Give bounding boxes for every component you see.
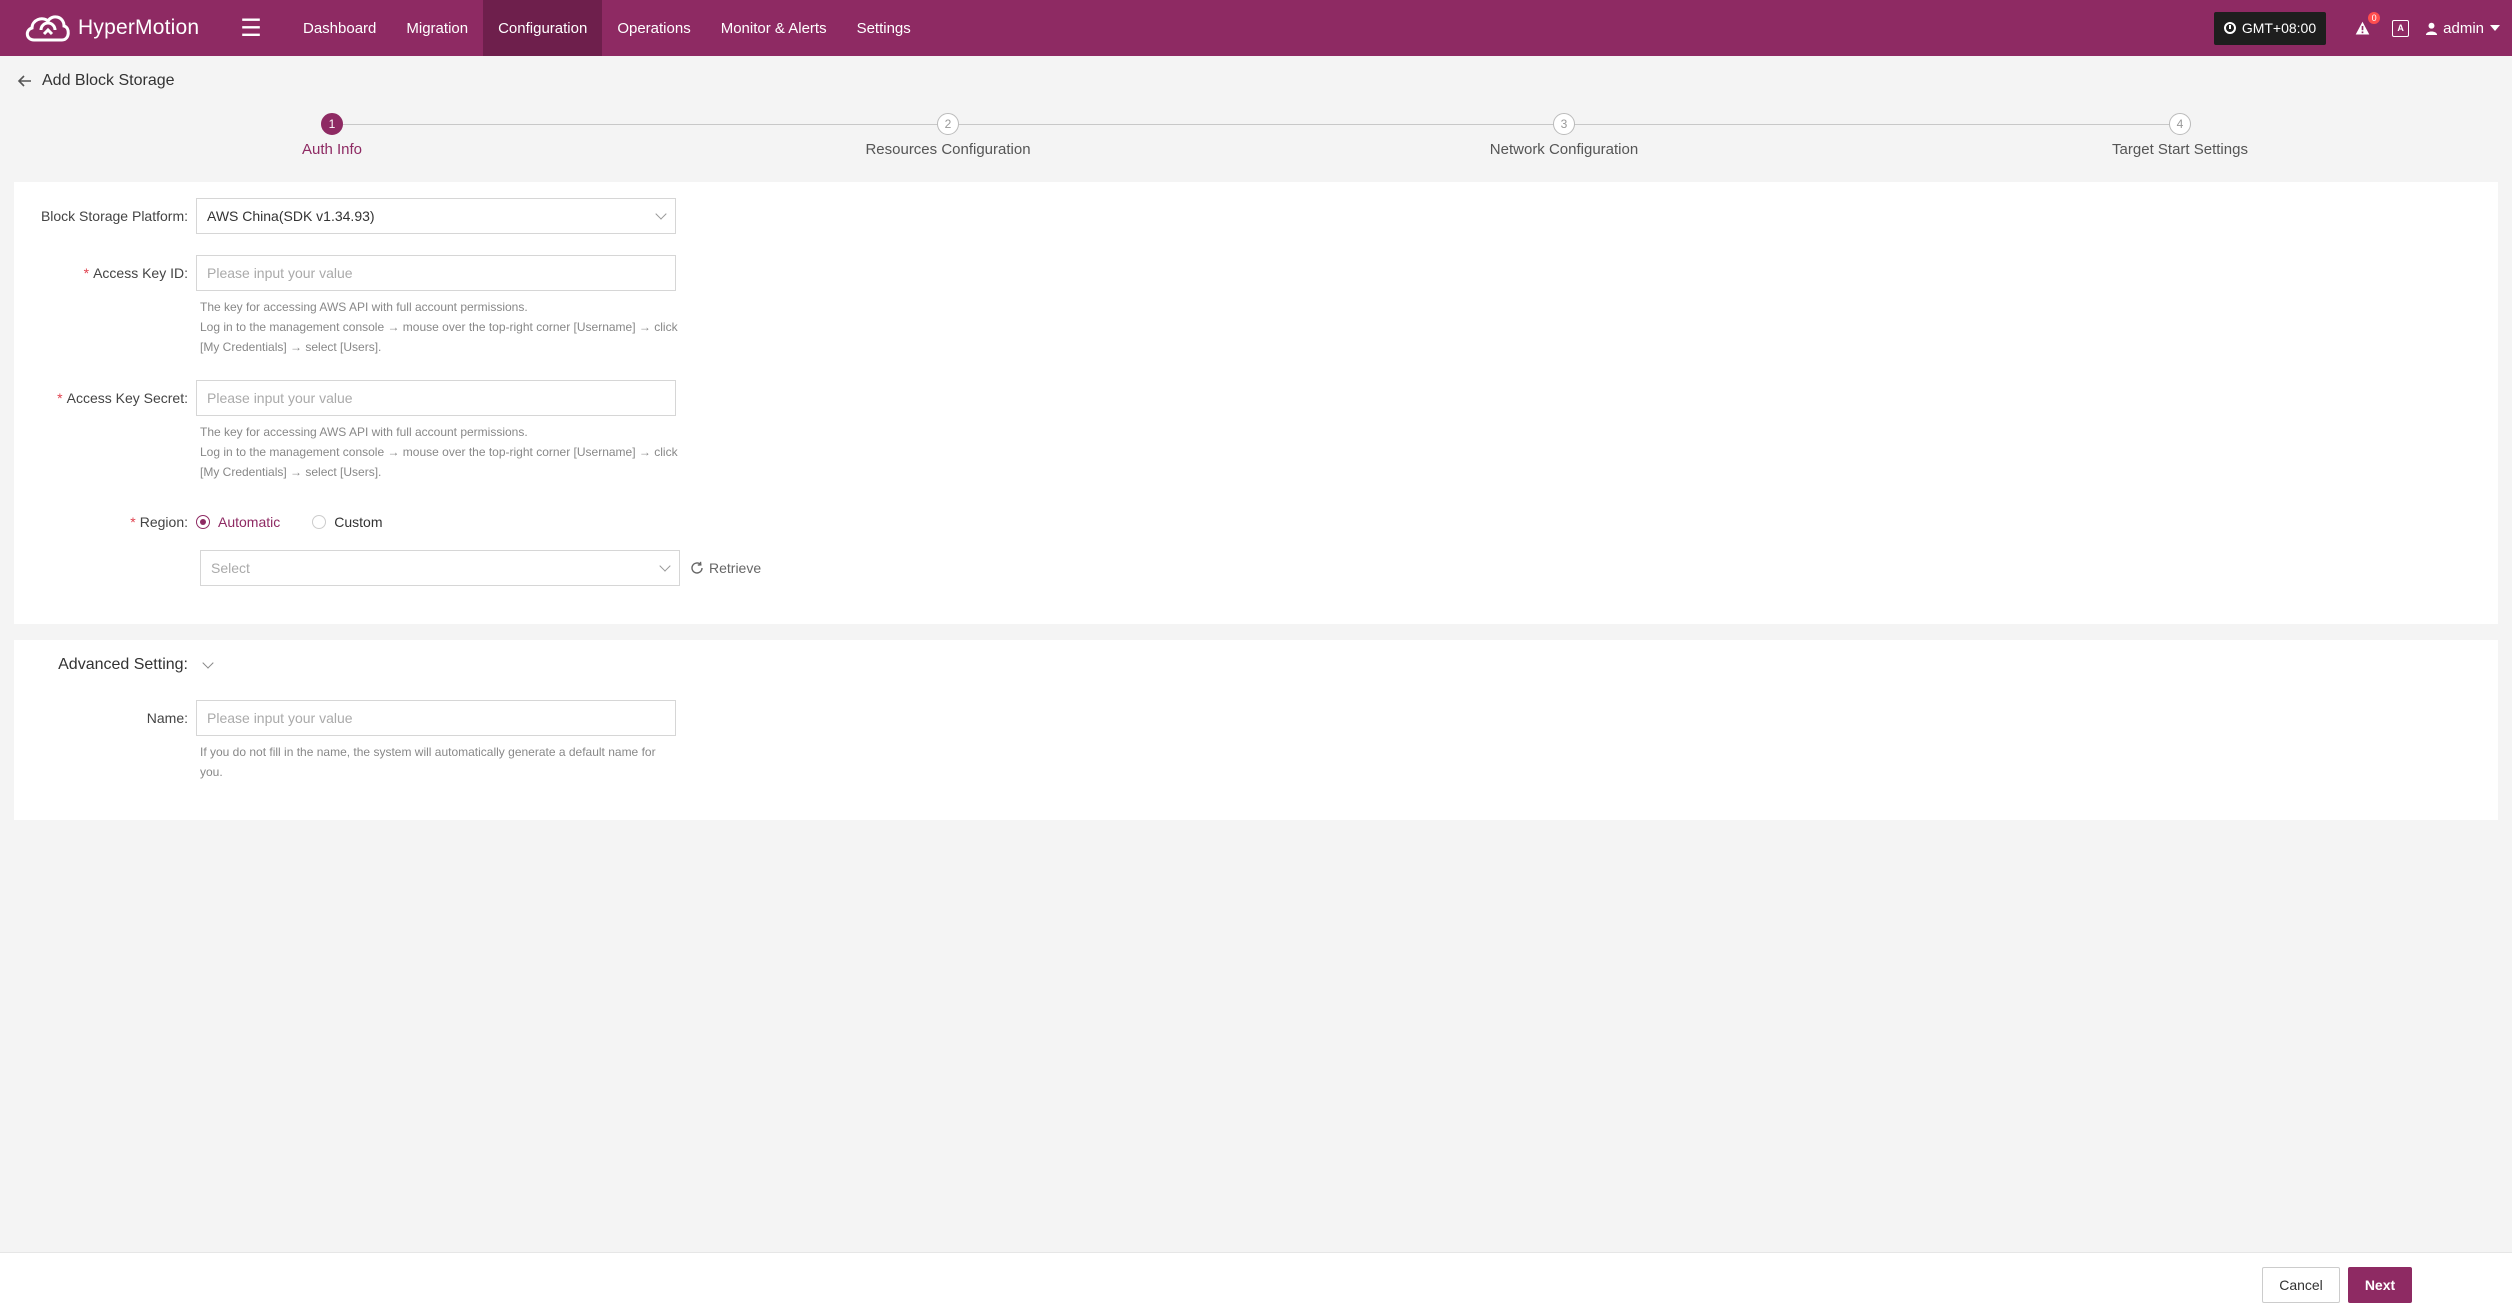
next-button[interactable]: Next: [2348, 1267, 2412, 1303]
step-network-configuration: 3 Network Configuration: [1464, 110, 1664, 158]
platform-select[interactable]: AWS China(SDK v1.34.93): [196, 198, 676, 234]
advanced-settings-card: Advanced Setting: Name: Please input you…: [14, 640, 2498, 820]
region-select-row: Select Retrieve: [200, 550, 761, 586]
cloud-logo-icon: [25, 15, 70, 42]
step-label: Network Configuration: [1489, 141, 1639, 158]
access-key-secret-label-text: Access Key Secret:: [66, 390, 188, 406]
footer-actions: Cancel Next: [0, 1252, 2512, 1314]
nav-configuration[interactable]: Configuration: [483, 0, 603, 56]
access-key-secret-help: The key for accessing AWS API with full …: [200, 422, 700, 482]
refresh-icon: [691, 561, 703, 574]
access-key-id-row: * Access Key ID: Please input your value: [14, 255, 676, 291]
timezone-label: GMT+08:00: [2241, 20, 2317, 36]
back-arrow-icon[interactable]: [16, 72, 34, 90]
nav-migration[interactable]: Migration: [391, 0, 483, 56]
timezone-indicator[interactable]: GMT+08:00: [2213, 11, 2327, 45]
name-label: Name:: [146, 710, 188, 726]
page-title: Add Block Storage: [42, 72, 175, 89]
access-key-id-placeholder: Please input your value: [207, 265, 353, 281]
access-key-secret-placeholder: Please input your value: [207, 390, 353, 406]
region-radio-group: Automatic Custom: [196, 514, 414, 530]
region-label-text: Region:: [139, 514, 188, 530]
step-label: Target Start Settings: [2112, 141, 2248, 158]
step-label: Resources Configuration: [865, 141, 1031, 158]
required-marker: *: [130, 514, 136, 530]
help-line: The key for accessing AWS API with full …: [200, 425, 528, 439]
step-number: 1: [321, 113, 343, 135]
region-select-placeholder: Select: [211, 560, 250, 576]
user-menu[interactable]: admin: [2425, 20, 2500, 37]
region-custom-radio[interactable]: Custom: [312, 514, 382, 530]
access-key-id-label: * Access Key ID:: [14, 265, 196, 281]
main-nav: Dashboard Migration Configuration Operat…: [288, 0, 926, 56]
access-key-id-help: The key for accessing AWS API with full …: [200, 297, 700, 357]
advanced-setting-row: Advanced Setting:: [14, 656, 214, 674]
auth-form-card: Block Storage Platform: AWS China(SDK v1…: [14, 182, 2498, 624]
alert-icon: [2355, 21, 2369, 34]
chevron-down-icon: [655, 208, 667, 220]
menu-toggle-icon[interactable]: ☰: [234, 0, 268, 56]
platform-value: AWS China(SDK v1.34.93): [207, 208, 375, 224]
nav-monitor-alerts[interactable]: Monitor & Alerts: [706, 0, 842, 56]
help-line: [My Credentials] → select [Users].: [200, 465, 382, 479]
chevron-down-icon[interactable]: [202, 657, 214, 669]
name-input[interactable]: Please input your value: [196, 700, 676, 736]
page-header: Add Block Storage: [16, 72, 175, 90]
access-key-id-input[interactable]: Please input your value: [196, 255, 676, 291]
access-key-secret-row: * Access Key Secret: Please input your va…: [14, 380, 676, 416]
nav-dashboard[interactable]: Dashboard: [288, 0, 391, 56]
app-logo[interactable]: HyperMotion: [22, 8, 214, 48]
access-key-id-label-text: Access Key ID:: [93, 265, 188, 281]
advanced-setting-label: Advanced Setting:: [58, 656, 188, 673]
wizard-steps: 1 Auth Info 2 Resources Configuration 3 …: [0, 110, 2512, 170]
help-line: [My Credentials] → select [Users].: [200, 340, 382, 354]
top-right-tools: GMT+08:00 0 A admin: [2213, 0, 2500, 56]
required-marker: *: [83, 265, 90, 281]
nav-operations[interactable]: Operations: [602, 0, 705, 56]
platform-label: Block Storage Platform:: [40, 208, 188, 224]
username: admin: [2443, 19, 2484, 37]
access-key-secret-label: * Access Key Secret:: [14, 390, 196, 406]
help-line: you.: [200, 765, 223, 779]
radio-label: Custom: [334, 514, 383, 530]
step-number: 2: [937, 113, 959, 135]
radio-dot: [196, 515, 210, 529]
step-resources-configuration: 2 Resources Configuration: [848, 110, 1048, 158]
step-number: 3: [1553, 113, 1575, 135]
name-row: Name: Please input your value: [14, 700, 676, 736]
region-select[interactable]: Select: [200, 550, 680, 586]
step-label: Auth Info: [301, 141, 363, 158]
help-line: If you do not fill in the name, the syst…: [200, 745, 656, 759]
chevron-down-icon: [659, 560, 671, 572]
notifications-button[interactable]: 0: [2352, 12, 2381, 38]
help-line: Log in to the management console → mouse…: [200, 320, 678, 334]
chevron-down-icon: [2490, 25, 2500, 31]
clock-icon: [2223, 22, 2236, 34]
radio-dot: [312, 515, 327, 529]
retrieve-button[interactable]: Retrieve: [690, 560, 761, 576]
language-icon[interactable]: A: [2392, 19, 2410, 37]
nav-settings[interactable]: Settings: [842, 0, 926, 56]
help-line: The key for accessing AWS API with full …: [200, 300, 528, 314]
name-help: If you do not fill in the name, the syst…: [200, 742, 700, 782]
help-line: Log in to the management console → mouse…: [200, 445, 678, 459]
radio-label: Automatic: [218, 514, 281, 530]
app-name: HyperMotion: [78, 16, 200, 39]
name-placeholder: Please input your value: [207, 710, 353, 726]
access-key-secret-input[interactable]: Please input your value: [196, 380, 676, 416]
top-navigation-bar: HyperMotion ☰ Dashboard Migration Config…: [0, 0, 2512, 56]
retrieve-label: Retrieve: [709, 560, 762, 576]
required-marker: *: [57, 390, 63, 406]
region-automatic-radio[interactable]: Automatic: [196, 514, 280, 530]
platform-row: Block Storage Platform: AWS China(SDK v1…: [14, 198, 676, 234]
notification-badge: 0: [2368, 12, 2381, 24]
step-number: 4: [2169, 113, 2191, 135]
region-label: * Region:: [14, 514, 196, 530]
step-target-start-settings: 4 Target Start Settings: [2080, 110, 2280, 158]
cancel-button[interactable]: Cancel: [2262, 1267, 2340, 1303]
region-row: * Region: Automatic Custom: [14, 514, 414, 530]
step-auth-info: 1 Auth Info: [232, 110, 432, 158]
user-icon: [2426, 22, 2438, 35]
